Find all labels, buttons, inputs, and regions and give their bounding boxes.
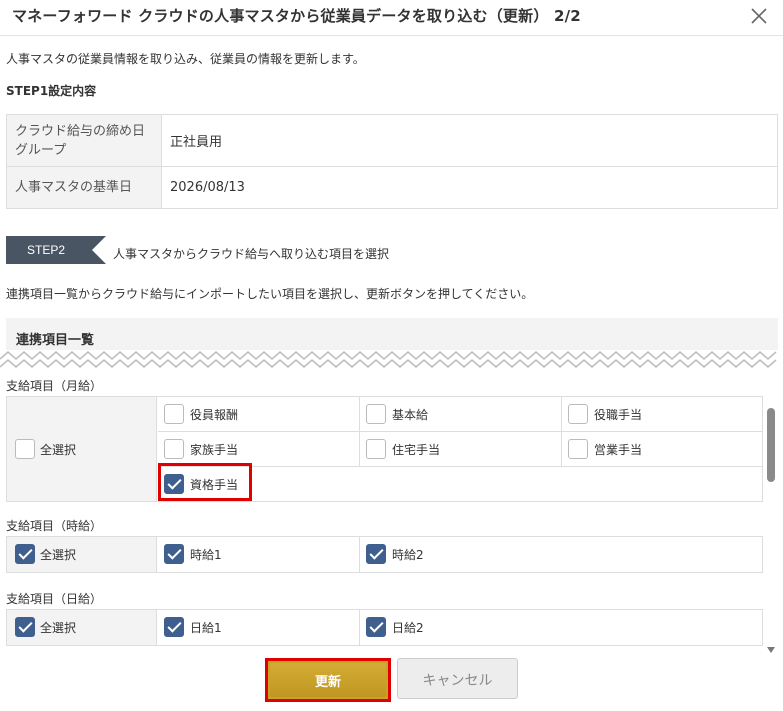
section-label-daily: 支給項目（日給） — [6, 592, 103, 606]
item-cell[interactable]: 時給2 — [360, 537, 762, 572]
scrollbar-thumb[interactable] — [767, 408, 775, 482]
settings-value: 正社員用 — [161, 114, 778, 167]
settings-key: クラウド給与の締め日グループ — [6, 114, 162, 167]
item-cell[interactable]: 基本給 — [360, 397, 562, 432]
item-cell[interactable]: 日給1 — [158, 610, 360, 645]
step2-badge: STEP2 — [6, 236, 106, 264]
item-label: 役職手当 — [594, 408, 643, 422]
step2-text: 人事マスタからクラウド給与へ取り込む項目を選択 — [113, 247, 390, 261]
section-label-hourly: 支給項目（時給） — [6, 519, 103, 533]
item-checkbox[interactable] — [366, 439, 386, 459]
item-label: 営業手当 — [594, 443, 643, 457]
close-icon — [751, 8, 767, 24]
instruction-text: 連携項目一覧からクラウド給与にインポートしたい項目を選択し、更新ボタンを押してく… — [6, 287, 534, 301]
item-checkbox[interactable] — [568, 439, 588, 459]
select-all-label: 全選択 — [40, 548, 77, 562]
highlight-box — [158, 463, 252, 501]
item-checkbox-checked[interactable] — [164, 617, 184, 637]
scrollbar[interactable] — [765, 376, 777, 654]
daily-grid: 全選択 日給1 日給2 — [6, 609, 763, 646]
zigzag-divider — [0, 350, 783, 374]
step1-label: STEP1設定内容 — [6, 84, 97, 98]
item-label: 日給2 — [392, 621, 424, 635]
scroll-down-arrow-icon[interactable] — [767, 646, 775, 654]
item-checkbox[interactable] — [568, 404, 588, 424]
select-all-checkbox-daily[interactable] — [15, 617, 35, 637]
select-all-checkbox-hourly[interactable] — [15, 544, 35, 564]
item-cell[interactable]: 日給2 — [360, 610, 762, 645]
cancel-button[interactable]: キャンセル — [397, 658, 518, 699]
select-all-label: 全選択 — [40, 621, 77, 635]
item-cell[interactable]: 営業手当 — [562, 432, 762, 467]
description: 人事マスタの従業員情報を取り込み、従業員の情報を更新します。 — [6, 52, 365, 66]
item-cell[interactable]: 時給1 — [158, 537, 360, 572]
item-checkbox-checked[interactable] — [366, 617, 386, 637]
hourly-grid: 全選択 時給1 時給2 — [6, 536, 763, 573]
item-cell[interactable]: 役職手当 — [562, 397, 762, 432]
item-cell[interactable]: 家族手当 — [158, 432, 360, 467]
item-checkbox[interactable] — [366, 404, 386, 424]
item-checkbox-checked[interactable] — [164, 544, 184, 564]
select-all-cell: 全選択 — [7, 397, 157, 501]
item-list-scroll[interactable]: 支給項目（月給） 全選択 役員報酬 基本給 役職手当 家族手当 住宅手当 営業手… — [0, 374, 783, 656]
item-label: 家族手当 — [190, 443, 239, 457]
item-label: 時給2 — [392, 548, 424, 562]
select-all-cell: 全選択 — [7, 537, 157, 572]
monthly-grid: 全選択 役員報酬 基本給 役職手当 家族手当 住宅手当 営業手当 資格手当 — [6, 396, 763, 502]
item-checkbox[interactable] — [164, 404, 184, 424]
dialog-title: マネーフォワード クラウドの人事マスタから従業員データを取り込む（更新） 2/2 — [12, 7, 581, 25]
item-label: 日給1 — [190, 621, 222, 635]
settings-key: 人事マスタの基準日 — [6, 166, 162, 209]
item-checkbox[interactable] — [164, 439, 184, 459]
select-all-checkbox-monthly[interactable] — [15, 439, 35, 459]
item-label: 時給1 — [190, 548, 222, 562]
settings-row: 人事マスタの基準日 2026/08/13 — [6, 166, 778, 209]
item-cell[interactable]: 住宅手当 — [360, 432, 562, 467]
update-button[interactable]: 更新 — [265, 658, 391, 702]
list-header: 連携項目一覧 — [6, 318, 778, 352]
step1-settings-table: クラウド給与の締め日グループ 正社員用 人事マスタの基準日 2026/08/13 — [6, 114, 778, 209]
settings-value: 2026/08/13 — [170, 180, 245, 195]
item-checkbox-checked[interactable] — [366, 544, 386, 564]
select-all-cell: 全選択 — [7, 610, 157, 645]
dialog-header: マネーフォワード クラウドの人事マスタから従業員データを取り込む（更新） 2/2 — [0, 0, 783, 36]
list-title: 連携項目一覧 — [16, 333, 95, 348]
item-cell[interactable]: 役員報酬 — [158, 397, 360, 432]
step2-badge-label: STEP2 — [27, 243, 65, 257]
close-button[interactable] — [747, 4, 771, 28]
update-button-label: 更新 — [314, 675, 341, 690]
settings-row: クラウド給与の締め日グループ 正社員用 — [6, 114, 778, 167]
cancel-button-label: キャンセル — [422, 673, 493, 689]
item-label: 住宅手当 — [392, 443, 441, 457]
item-label: 役員報酬 — [190, 408, 239, 422]
section-label-monthly: 支給項目（月給） — [6, 379, 103, 393]
select-all-label: 全選択 — [40, 443, 77, 457]
item-label: 基本給 — [392, 408, 429, 422]
